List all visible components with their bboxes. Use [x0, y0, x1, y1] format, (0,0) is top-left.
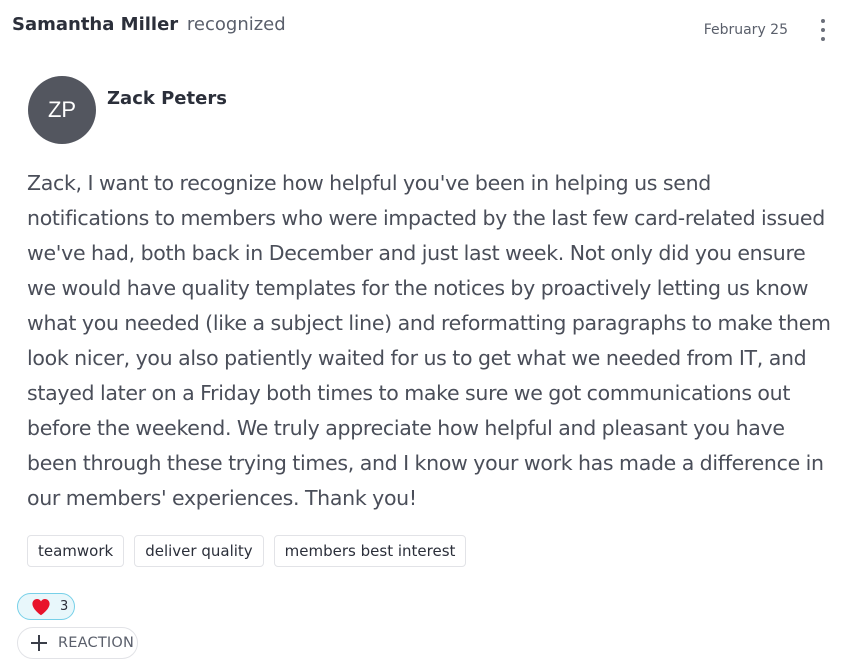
- avatar[interactable]: ZP: [28, 76, 96, 144]
- more-vertical-icon[interactable]: [817, 19, 829, 41]
- tag-deliver-quality[interactable]: deliver quality: [134, 535, 264, 567]
- heart-reaction-button[interactable]: 3: [17, 593, 75, 620]
- add-reaction-button[interactable]: REACTION: [17, 627, 138, 659]
- tag-list: teamwork deliver quality members best in…: [27, 535, 467, 567]
- post-date: February 25: [703, 22, 788, 38]
- add-reaction-label: REACTION: [58, 635, 135, 651]
- tag-members-best-interest[interactable]: members best interest: [273, 535, 467, 567]
- giver-line: Samantha Miller recognized: [12, 14, 286, 36]
- recipient-name[interactable]: Zack Peters: [107, 88, 227, 109]
- avatar-initials: ZP: [47, 97, 77, 122]
- recognition-message: Zack, I want to recognize how helpful yo…: [27, 171, 831, 510]
- tag-teamwork[interactable]: teamwork: [27, 535, 125, 567]
- giver-name[interactable]: Samantha Miller: [12, 14, 178, 35]
- reaction-count: 3: [60, 599, 69, 614]
- plus-icon: [31, 635, 47, 651]
- action-verb: recognized: [186, 14, 286, 35]
- heart-icon: [32, 598, 50, 615]
- post-header: Samantha Miller recognized February 25: [12, 14, 833, 41]
